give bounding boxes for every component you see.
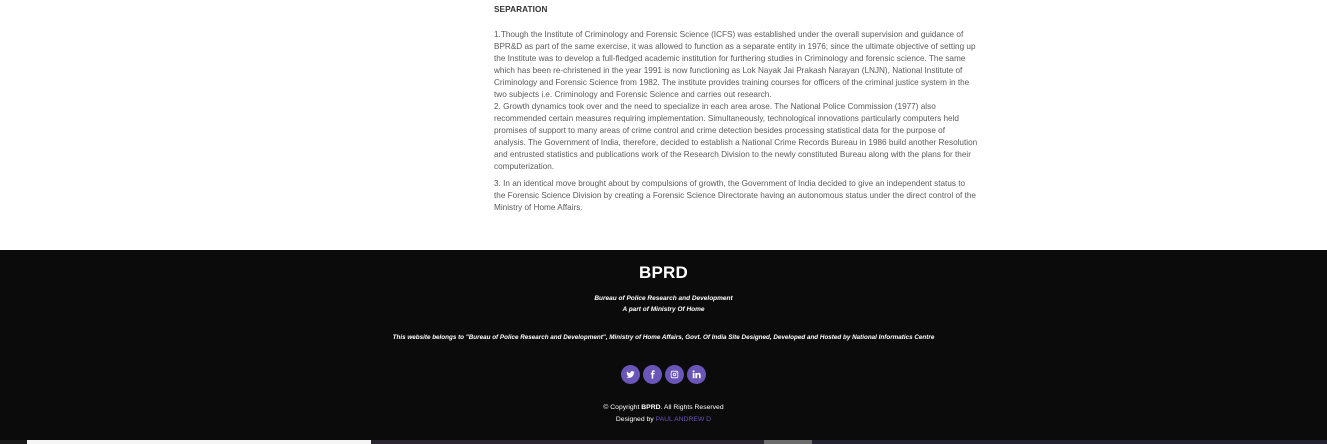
footer-brand: BPRD [639, 263, 688, 282]
paragraph-1: 1.Though the Institute of Criminology an… [494, 30, 976, 99]
copyright-prefix: © Copyright [603, 404, 640, 411]
copyright-brand: BPRD [641, 404, 661, 411]
footer-ownership-notice: This website belongs to "Bureau of Polic… [392, 334, 935, 341]
designer-link[interactable]: PAUL ANDREW D [656, 416, 712, 423]
bottom-strip-segment [764, 440, 812, 444]
facebook-link[interactable] [643, 365, 662, 384]
linkedin-link[interactable] [687, 365, 706, 384]
facebook-icon [650, 370, 655, 379]
bottom-strip-segment [27, 440, 371, 444]
copyright-suffix: . All Rights Reserved [660, 404, 724, 411]
main-content: SEPARATION 1.Though the Institute of Cri… [494, 4, 978, 214]
bottom-strip-segment [812, 440, 1327, 444]
designed-by: Designed by PAUL ANDREW D [0, 416, 1327, 423]
twitter-icon [626, 371, 635, 378]
bottom-strip-segment [371, 440, 764, 444]
instagram-icon [670, 370, 679, 379]
instagram-link[interactable] [665, 365, 684, 384]
bottom-strip [0, 440, 1327, 444]
paragraph-3: 3. In an identical move brought about by… [494, 179, 976, 212]
bottom-strip-segment [0, 440, 27, 444]
section-title: SEPARATION [494, 5, 548, 14]
designed-by-label: Designed by [615, 416, 654, 423]
site-footer: BPRD Bureau of Police Research and Devel… [0, 250, 1327, 444]
twitter-link[interactable] [621, 365, 640, 384]
linkedin-icon [692, 370, 701, 379]
paragraph-2: 2. Growth dynamics took over and the nee… [494, 102, 978, 171]
copyright-text: © Copyright BPRD. All Rights Reserved [0, 404, 1327, 411]
footer-tagline-ministry: A part of Ministry Of Home [622, 306, 705, 313]
social-links [0, 365, 1327, 384]
footer-tagline-organization: Bureau of Police Research and Developmen… [594, 295, 733, 302]
